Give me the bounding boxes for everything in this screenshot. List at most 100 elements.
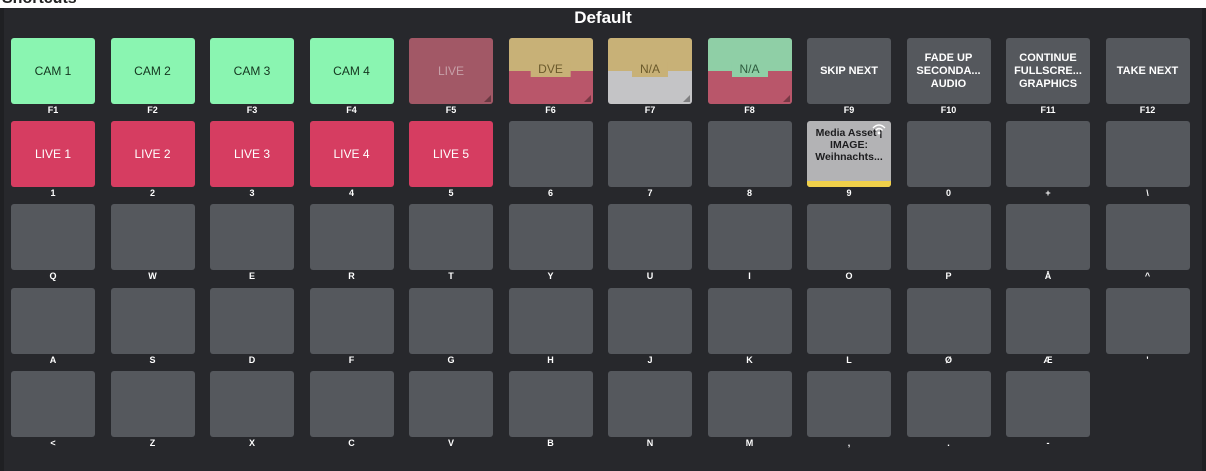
shortcut-button-z[interactable]: [110, 370, 195, 437]
shortcut-button-y[interactable]: [508, 204, 593, 271]
shortcut-button-f10[interactable]: FADE UP SECONDA... AUDIO: [906, 38, 991, 104]
keycap-label: 5: [448, 188, 454, 199]
shortcut-key-p: P: [906, 204, 991, 287]
keycap-label: E: [248, 271, 255, 282]
shortcut-button-apostrophe[interactable]: [1105, 287, 1190, 354]
shortcut-button-b[interactable]: [508, 370, 593, 437]
shortcut-button-l[interactable]: [807, 287, 891, 354]
shortcut-button-k[interactable]: [707, 287, 792, 354]
shortcut-button-0[interactable]: [906, 121, 991, 188]
shortcut-button-less-than[interactable]: [11, 370, 95, 437]
shortcut-button-q[interactable]: [11, 204, 95, 271]
shortcut-button-g[interactable]: [409, 287, 493, 354]
shortcut-button-f5[interactable]: LIVE: [409, 38, 493, 104]
keycap-label: 4: [348, 188, 354, 199]
shortcut-label: LIVE 5: [432, 146, 470, 161]
shortcut-label: N/A: [631, 62, 669, 77]
shortcut-key-o-slash: Ø: [906, 287, 991, 371]
shortcut-label: CONTINUE FULLSCRE... GRAPHICS: [1014, 51, 1082, 90]
shortcut-key-ae: Æ: [1006, 287, 1090, 371]
shortcut-button-minus[interactable]: [1006, 370, 1090, 437]
shortcut-key-s: S: [110, 287, 195, 371]
broadcast-icon: [872, 124, 886, 135]
shortcut-key-c: C: [309, 370, 394, 454]
shortcut-button-w[interactable]: [110, 204, 195, 271]
shortcut-key-o: O: [807, 204, 891, 287]
shortcut-button-f4[interactable]: CAM 4: [309, 38, 394, 104]
keycap-label: F5: [445, 105, 457, 115]
shortcut-button-6[interactable]: [508, 121, 593, 188]
shortcut-button-plus[interactable]: [1006, 121, 1090, 188]
shortcut-button-f3[interactable]: CAM 3: [210, 38, 294, 104]
shortcut-button-i[interactable]: [707, 204, 792, 271]
shortcut-button-a-ring[interactable]: [1006, 204, 1090, 271]
shortcut-button-2[interactable]: LIVE 2: [110, 121, 195, 188]
resize-corner-icon: [484, 95, 491, 102]
keycap-label: F2: [147, 105, 158, 115]
shortcut-key-e: E: [210, 204, 294, 287]
shortcut-button-v[interactable]: [409, 370, 493, 437]
shortcut-key-less-than: <: [11, 370, 95, 454]
resize-corner-icon: [782, 95, 790, 102]
keycap-label: 3: [249, 188, 255, 199]
shortcut-key-u: U: [608, 204, 692, 287]
shortcut-button-f8[interactable]: N/A: [707, 38, 792, 104]
shortcut-button-caret[interactable]: [1105, 204, 1190, 271]
keycap-label: J: [647, 354, 653, 365]
shortcut-button-f11[interactable]: CONTINUE FULLSCRE... GRAPHICS: [1006, 38, 1090, 104]
shortcut-button-d[interactable]: [210, 287, 294, 354]
keycap-label: M: [745, 437, 754, 448]
shortcut-key-8: 8: [707, 121, 792, 204]
shortcut-button-n[interactable]: [608, 370, 692, 437]
shortcut-label: CAM 1: [34, 63, 72, 78]
shortcut-button-f1[interactable]: CAM 1: [11, 38, 95, 104]
shortcut-button-j[interactable]: [608, 287, 692, 354]
shortcut-button-period[interactable]: [906, 370, 991, 437]
shortcut-button-3[interactable]: LIVE 3: [210, 121, 294, 188]
keycap-label: <: [50, 437, 56, 448]
shortcut-button-u[interactable]: [608, 204, 692, 271]
shortcut-button-f7[interactable]: N/A: [608, 38, 692, 104]
keycap-label: U: [646, 271, 654, 282]
shortcut-button-9[interactable]: Media Asset | IMAGE: Weihnachts...: [807, 121, 891, 188]
shortcut-button-h[interactable]: [508, 287, 593, 354]
shortcut-key-f5: LIVE F5: [409, 38, 493, 121]
shortcut-key-f: F: [309, 287, 394, 371]
shortcut-key-4: LIVE 4 4: [309, 121, 394, 204]
shortcut-button-f[interactable]: [309, 287, 394, 354]
shortcut-key-f2: CAM 2 F2: [110, 38, 195, 121]
shortcut-button-backslash[interactable]: [1105, 121, 1190, 188]
shortcut-button-o[interactable]: [807, 204, 891, 271]
keycap-label: Æ: [1043, 354, 1053, 365]
shortcut-button-o-slash[interactable]: [906, 287, 991, 354]
shortcut-button-p[interactable]: [906, 204, 991, 271]
shortcut-button-f6[interactable]: DVE: [508, 38, 593, 104]
keycap-label: C: [348, 437, 355, 448]
shortcut-button-comma[interactable]: [807, 370, 891, 437]
shortcut-button-4[interactable]: LIVE 4: [309, 121, 394, 188]
shortcut-button-ae[interactable]: [1006, 287, 1090, 354]
shortcut-key-f3: CAM 3 F3: [210, 38, 294, 121]
keycap-label: \: [1146, 188, 1149, 199]
shortcut-key-f8: N/A F8: [707, 38, 792, 121]
keycap-label: F8: [744, 105, 755, 115]
shortcut-button-t[interactable]: [409, 204, 493, 271]
shortcut-key-1: LIVE 1 1: [11, 121, 95, 204]
shortcut-button-f12[interactable]: TAKE NEXT: [1105, 38, 1190, 104]
shortcut-grid: CAM 1 F1 CAM 2 F2 CAM 3 F3 CAM 4 F4 LIVE F5 DVE F6 N…: [11, 38, 1190, 454]
shortcut-button-s[interactable]: [110, 287, 195, 354]
shortcut-button-1[interactable]: LIVE 1: [11, 121, 95, 188]
shortcut-button-f2[interactable]: CAM 2: [110, 38, 195, 104]
shortcut-button-a[interactable]: [11, 287, 95, 354]
shortcut-button-x[interactable]: [210, 370, 294, 437]
shortcut-button-5[interactable]: LIVE 5: [409, 121, 493, 188]
shortcut-button-c[interactable]: [309, 370, 394, 437]
shortcut-button-f9[interactable]: SKIP NEXT: [807, 38, 891, 104]
shortcut-button-r[interactable]: [309, 204, 394, 271]
shortcut-button-8[interactable]: [707, 121, 792, 188]
shortcut-key-f9: SKIP NEXT F9: [807, 38, 891, 121]
shortcut-button-m[interactable]: [707, 370, 792, 437]
keycap-label: D: [248, 354, 256, 365]
shortcut-button-e[interactable]: [210, 204, 294, 271]
shortcut-button-7[interactable]: [608, 121, 692, 188]
